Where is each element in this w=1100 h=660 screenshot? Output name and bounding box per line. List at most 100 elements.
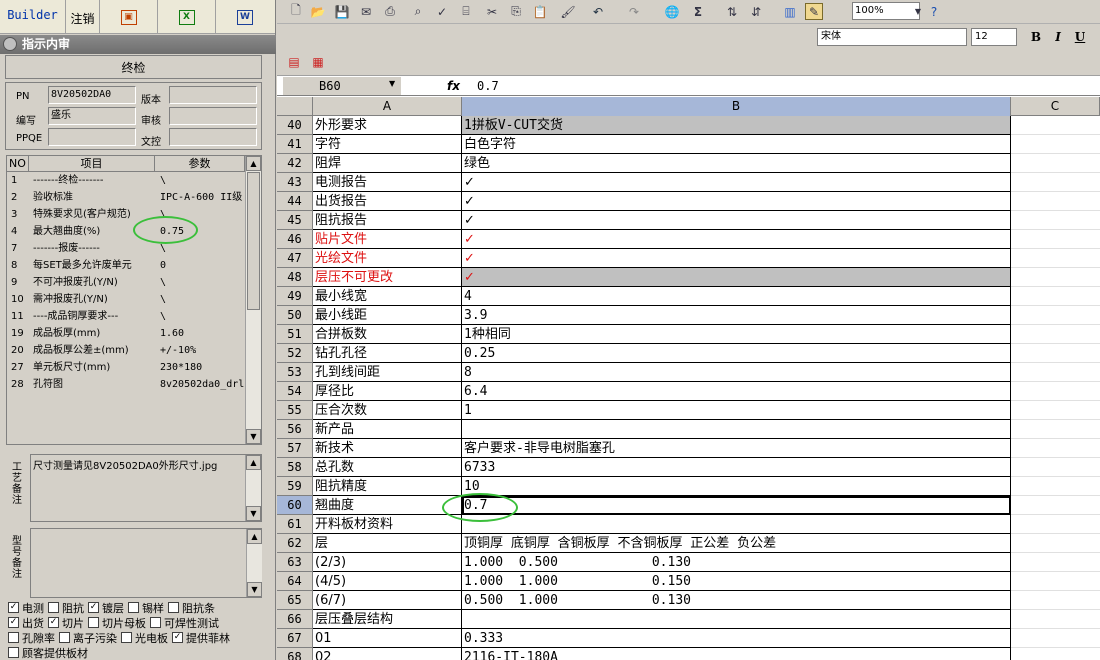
grid-row[interactable]: 19 成品板厚(mm) 1.60 — [7, 325, 261, 342]
column-header-a[interactable]: A — [313, 97, 462, 116]
cell-a[interactable]: 阻抗报告 — [313, 211, 462, 230]
spell-check-icon[interactable]: ✓ — [433, 3, 451, 20]
row-header[interactable]: 44 — [277, 192, 313, 211]
checkbox-item[interactable]: 光电板 — [121, 630, 168, 646]
row-header[interactable]: 50 — [277, 306, 313, 325]
scroll-down-icon[interactable]: ▼ — [247, 582, 262, 597]
row-header[interactable]: 65 — [277, 591, 313, 610]
checkbox-item[interactable]: ✓ 电测 — [8, 600, 44, 616]
cell-c[interactable] — [1011, 116, 1100, 135]
drawing-icon[interactable]: ✎ — [805, 3, 823, 20]
cell-b[interactable] — [462, 420, 1011, 439]
cell-a[interactable]: (4/5) — [313, 572, 462, 591]
grid-row[interactable]: 27 单元板尺寸(mm) 230*180 — [7, 359, 261, 376]
row-header[interactable]: 64 — [277, 572, 313, 591]
checkbox[interactable] — [59, 632, 70, 643]
cell-c[interactable] — [1011, 173, 1100, 192]
cell-c[interactable] — [1011, 534, 1100, 553]
new-icon[interactable]: 🗋 — [287, 3, 305, 20]
checkbox-item[interactable]: 顾客提供板材 — [8, 645, 88, 660]
checkbox[interactable]: ✓ — [48, 617, 59, 628]
cell-b[interactable]: 0.7 — [462, 496, 1011, 515]
cell-c[interactable] — [1011, 553, 1100, 572]
row-header[interactable]: 68 — [277, 648, 313, 660]
cell-a[interactable]: 孔到线间距 — [313, 363, 462, 382]
scroll-up-icon[interactable]: ▲ — [247, 529, 262, 544]
checkbox[interactable]: ✓ — [8, 602, 19, 613]
scroll-down-icon[interactable]: ▼ — [246, 506, 261, 521]
cell-c[interactable] — [1011, 287, 1100, 306]
cell-a[interactable]: 02 — [313, 648, 462, 660]
grid-row[interactable]: 9 不可冲报废孔(Y/N) \ — [7, 274, 261, 291]
note2-scrollbar[interactable]: ▲ ▼ — [246, 529, 262, 597]
cell-b[interactable]: 6733 — [462, 458, 1011, 477]
grid-row[interactable]: 2 验收标准 IPC-A-600 II级 — [7, 189, 261, 206]
cell-c[interactable] — [1011, 401, 1100, 420]
cell-a[interactable]: 总孔数 — [313, 458, 462, 477]
row-header[interactable]: 59 — [277, 477, 313, 496]
cell-b[interactable]: 6.4 — [462, 382, 1011, 401]
cell-b[interactable]: 2116-IT-180A — [462, 648, 1011, 660]
checkbox[interactable]: ✓ — [88, 602, 99, 613]
checkbox[interactable] — [128, 602, 139, 613]
copy-icon[interactable]: ⎘ — [507, 3, 525, 20]
row-header[interactable]: 66 — [277, 610, 313, 629]
checkbox[interactable] — [88, 617, 99, 628]
grid-row[interactable]: 8 每SET最多允许废单元 0 — [7, 257, 261, 274]
checkbox-item[interactable]: 孔隙率 — [8, 630, 55, 646]
cell-c[interactable] — [1011, 515, 1100, 534]
italic-button[interactable]: I — [1049, 28, 1067, 46]
checkbox-item[interactable]: 可焊性测试 — [150, 615, 219, 631]
row-header[interactable]: 42 — [277, 154, 313, 173]
grid-row[interactable]: 10 需冲报废孔(Y/N) \ — [7, 291, 261, 308]
sort-ascending-icon[interactable]: ⇅ — [723, 3, 741, 20]
cell-b[interactable]: 0.25 — [462, 344, 1011, 363]
cell-b[interactable]: ✓ — [462, 173, 1011, 192]
cell-c[interactable] — [1011, 629, 1100, 648]
checkbox[interactable] — [168, 602, 179, 613]
print-preview-icon[interactable]: ⌕ — [409, 3, 427, 20]
cell-c[interactable] — [1011, 382, 1100, 401]
note1-scrollbar[interactable]: ▲ ▼ — [245, 455, 261, 521]
row-header[interactable]: 51 — [277, 325, 313, 344]
cell-c[interactable] — [1011, 211, 1100, 230]
underline-button[interactable]: U — [1071, 28, 1089, 46]
paste-icon[interactable]: 📋 — [531, 3, 549, 20]
checkbox-item[interactable]: ✓ 出货 — [8, 615, 44, 631]
cell-a[interactable]: (6/7) — [313, 591, 462, 610]
col-param-header[interactable]: 参数 — [155, 156, 245, 171]
checkbox-item[interactable]: 阻抗条 — [168, 600, 215, 616]
cell-a[interactable]: 01 — [313, 629, 462, 648]
formula-input[interactable]: 0.7 — [477, 77, 499, 95]
checkbox[interactable] — [8, 632, 19, 643]
checkbox-item[interactable]: 切片母板 — [88, 615, 146, 631]
cell-b[interactable]: ✓ — [462, 230, 1011, 249]
research-icon[interactable]: ⌸ — [457, 3, 475, 20]
row-header[interactable]: 46 — [277, 230, 313, 249]
chevron-down-icon[interactable]: ▼ — [389, 79, 395, 88]
scroll-up-icon[interactable]: ▲ — [246, 455, 261, 470]
checkbox[interactable] — [48, 602, 59, 613]
row-header[interactable]: 62 — [277, 534, 313, 553]
cell-c[interactable] — [1011, 439, 1100, 458]
checkbox-item[interactable]: ✓ 镀层 — [88, 600, 124, 616]
cell-b[interactable]: 1.000 1.000 0.150 — [462, 572, 1011, 591]
pdf-export-button[interactable]: ▣ — [100, 0, 158, 34]
cell-a[interactable]: 厚径比 — [313, 382, 462, 401]
cell-a[interactable]: 层 — [313, 534, 462, 553]
cell-b[interactable]: 4 — [462, 287, 1011, 306]
cell-b[interactable]: 1.000 0.500 0.130 — [462, 553, 1011, 572]
grid-row[interactable]: 7 -------报废------ \ — [7, 240, 261, 257]
word-export-button[interactable]: W — [216, 0, 274, 34]
row-header[interactable]: 67 — [277, 629, 313, 648]
row-header[interactable]: 55 — [277, 401, 313, 420]
cell-c[interactable] — [1011, 135, 1100, 154]
function-icon[interactable]: fx — [447, 77, 460, 95]
cell-b[interactable]: 白色字符 — [462, 135, 1011, 154]
cell-a[interactable]: 翘曲度 — [313, 496, 462, 515]
cell-c[interactable] — [1011, 477, 1100, 496]
row-header[interactable]: 48 — [277, 268, 313, 287]
author-field[interactable]: 盛乐 — [48, 107, 136, 125]
cell-a[interactable]: 电测报告 — [313, 173, 462, 192]
cell-c[interactable] — [1011, 610, 1100, 629]
